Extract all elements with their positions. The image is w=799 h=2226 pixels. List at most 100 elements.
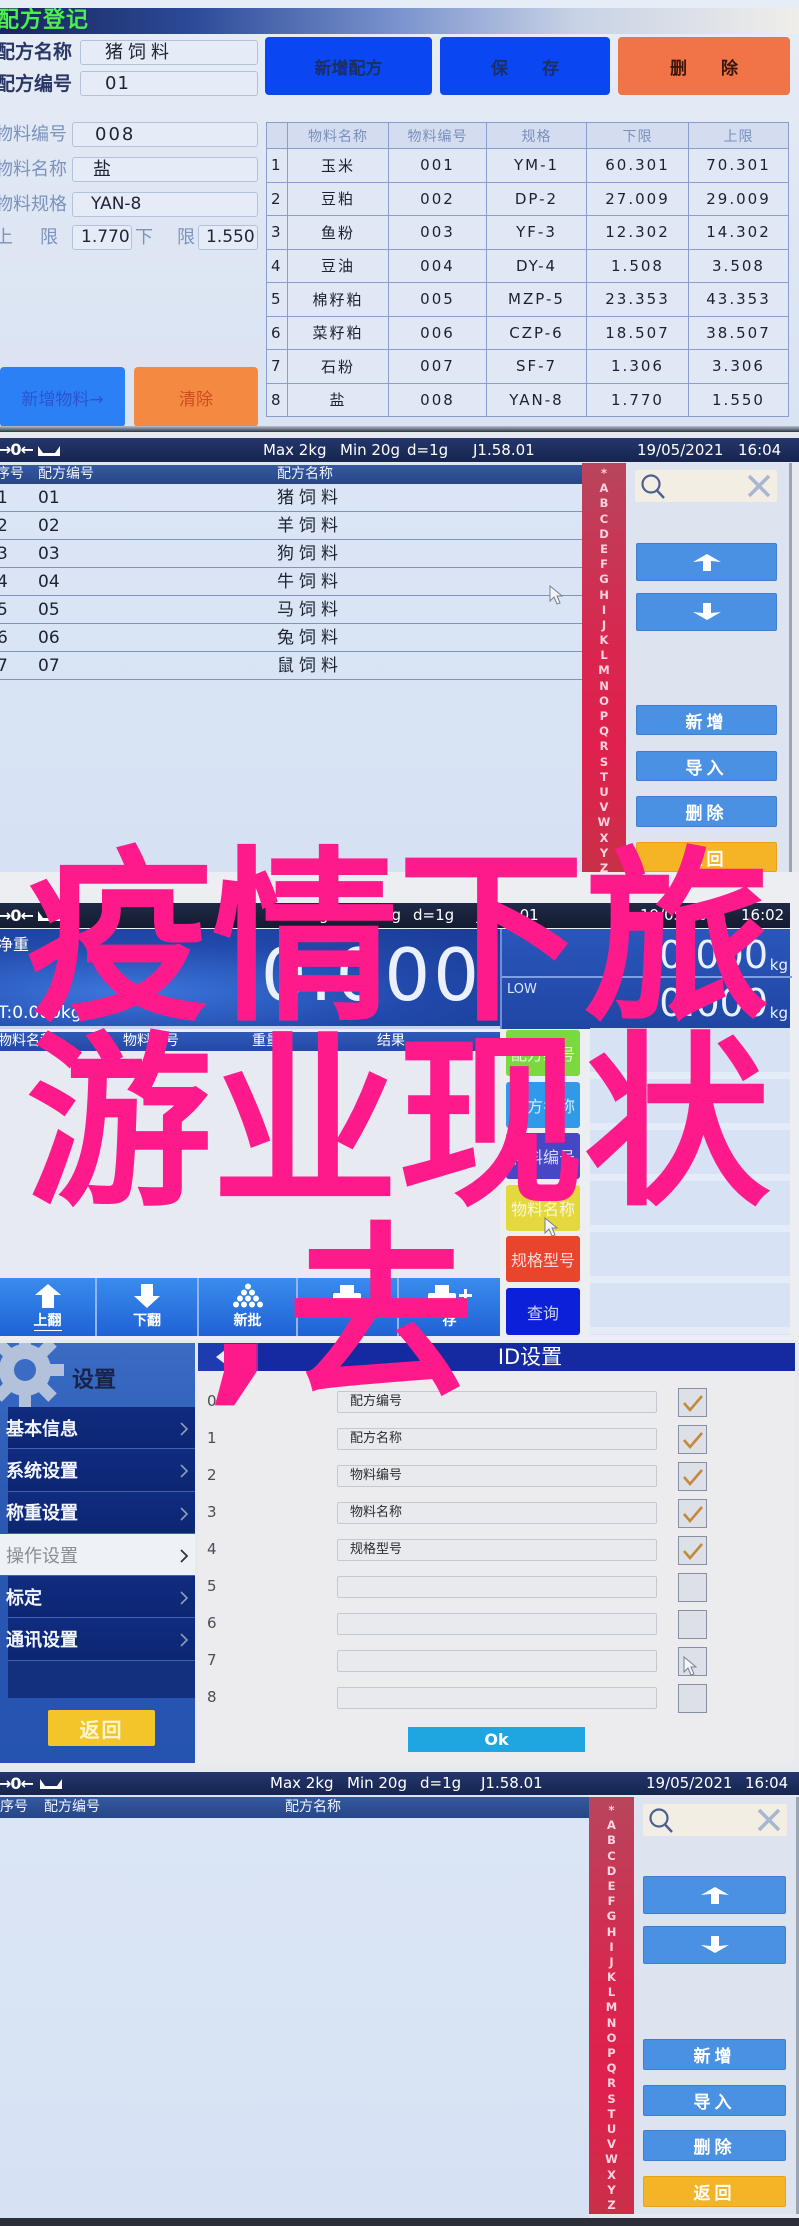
table-row[interactable]: 5 棉籽粕 005 MZP-5 23.353 43.353 (267, 282, 788, 316)
recipe-row[interactable]: 6 06 兔饲料 (0, 624, 582, 652)
alphabet-letter-c[interactable]: C (607, 1849, 615, 1864)
recipe-row[interactable]: 1 01 猪饲料 (0, 484, 582, 512)
alphabet-letter-k[interactable]: K (607, 1970, 616, 1985)
table-row[interactable]: 2 豆粕 002 DP-2 27.009 29.009 (267, 181, 788, 215)
scroll-up-button[interactable] (636, 543, 777, 581)
recipe-name-filter-button[interactable]: 配方名称 (506, 1082, 580, 1128)
alphabet-letter-g[interactable]: G (599, 572, 608, 587)
id-enable-checkbox[interactable] (678, 1610, 707, 1639)
alphabet-letter-x[interactable]: X (600, 831, 609, 846)
clear-search-icon[interactable] (747, 474, 771, 498)
alphabet-letter-d[interactable]: D (599, 527, 609, 542)
add-button[interactable]: 新增 (636, 705, 777, 735)
toolbar-button-print[interactable] (298, 1278, 399, 1336)
toolbar-button-page-down[interactable]: 下翻 (97, 1278, 199, 1336)
id-name-field[interactable]: 配方编号 (337, 1391, 657, 1413)
alphabet-index-bar[interactable]: * A B C D E F G H I J K L M N O P Q R S T U V W X Y Z (582, 463, 626, 872)
table-row[interactable]: 1 玉米 001 YM-1 60.301 70.301 (267, 148, 788, 182)
alphabet-letter-g[interactable]: G (607, 1909, 616, 1924)
alphabet-letter-i[interactable]: I (609, 1940, 613, 1955)
alphabet-letter-o[interactable]: O (607, 2031, 617, 2046)
material-name-field[interactable]: 盐 (72, 157, 258, 182)
settings-menu-item[interactable]: 系统设置 (6, 1449, 195, 1492)
alphabet-letter-h[interactable]: H (607, 1925, 617, 1940)
alphabet-letter-e[interactable]: E (600, 542, 608, 557)
alphabet-letter-z[interactable]: Z (600, 861, 608, 872)
alphabet-letter-all[interactable]: * (601, 466, 607, 481)
settings-menu-item[interactable]: 称重设置 (6, 1491, 195, 1534)
alphabet-letter-o[interactable]: O (599, 694, 609, 709)
delete-button[interactable]: 删 除 (618, 37, 790, 95)
recipe-row[interactable]: 2 02 羊饲料 (0, 512, 582, 540)
table-row[interactable]: 3 鱼粉 003 YF-3 12.302 14.302 (267, 215, 788, 249)
material-spec-field[interactable]: YAN-8 (72, 192, 258, 217)
settings-menu-item[interactable]: 操作设置 (0, 1533, 195, 1577)
alphabet-letter-l[interactable]: L (600, 648, 607, 663)
new-recipe-button[interactable]: 新增配方 (265, 37, 432, 95)
alphabet-letter-u[interactable]: U (599, 785, 608, 800)
id-name-field[interactable] (337, 1613, 657, 1635)
alphabet-letter-d[interactable]: D (607, 1864, 617, 1879)
alphabet-letter-t[interactable]: T (600, 770, 608, 785)
alphabet-letter-s[interactable]: S (600, 755, 608, 770)
alphabet-letter-j[interactable]: J (609, 1955, 613, 1970)
back-button[interactable]: 返回 (636, 842, 777, 872)
id-name-field[interactable]: 配方名称 (337, 1428, 657, 1450)
recipe-id-field[interactable]: 01 (80, 71, 258, 96)
recipe-row[interactable]: 7 07 鼠饲料 (0, 652, 582, 680)
material-id-filter-button[interactable]: 物料编号 (506, 1133, 580, 1179)
lower-limit-field[interactable]: 1.550 (198, 225, 258, 250)
alphabet-letter-x[interactable]: X (607, 2168, 616, 2183)
id-name-field[interactable]: 物料编号 (337, 1465, 657, 1487)
add-button[interactable]: 新增 (643, 2039, 786, 2070)
alphabet-letter-a[interactable]: A (607, 1818, 616, 1833)
alphabet-letter-f[interactable]: F (608, 1894, 616, 1909)
spec-model-filter-button[interactable]: 规格型号 (506, 1236, 580, 1282)
toolbar-button-new-batch[interactable]: 新批 (199, 1278, 298, 1336)
alphabet-letter-e[interactable]: E (608, 1879, 616, 1894)
material-id-field[interactable]: 008 (72, 122, 258, 147)
recipe-row[interactable]: 3 03 狗饲料 (0, 540, 582, 568)
alphabet-letter-n[interactable]: N (599, 679, 609, 694)
toolbar-button-page-up[interactable]: 上翻 (0, 1278, 97, 1336)
table-row[interactable]: 4 豆油 004 DY-4 1.508 3.508 (267, 248, 788, 282)
back-button[interactable]: 返回 (48, 1710, 155, 1746)
id-enable-checkbox[interactable] (678, 1388, 707, 1417)
scroll-down-button[interactable] (636, 593, 777, 631)
alphabet-letter-y[interactable]: Y (607, 2183, 615, 2198)
alphabet-letter-l[interactable]: L (608, 1985, 615, 2000)
material-name-filter-button[interactable]: 物料名称 (506, 1185, 580, 1231)
alphabet-letter-all[interactable]: * (608, 1803, 614, 1818)
id-name-field[interactable] (337, 1576, 657, 1598)
scroll-up-button[interactable] (643, 1876, 786, 1914)
upper-limit-field[interactable]: 1.770 (72, 225, 132, 250)
alphabet-letter-t[interactable]: T (608, 2107, 616, 2122)
alphabet-letter-m[interactable]: M (598, 663, 609, 678)
alphabet-letter-s[interactable]: S (607, 2092, 615, 2107)
recipe-name-field[interactable]: 猪饲料 (80, 40, 258, 65)
alphabet-letter-b[interactable]: B (607, 1833, 616, 1848)
table-row[interactable]: 7 石粉 007 SF-7 1.306 3.306 (267, 349, 788, 383)
alphabet-letter-r[interactable]: R (600, 739, 609, 754)
scroll-down-button[interactable] (643, 1926, 786, 1964)
id-enable-checkbox[interactable] (678, 1684, 707, 1713)
id-enable-checkbox[interactable] (678, 1425, 707, 1454)
id-name-field[interactable]: 规格型号 (337, 1539, 657, 1561)
alphabet-letter-b[interactable]: B (600, 496, 609, 511)
id-name-field[interactable] (337, 1687, 657, 1709)
alphabet-letter-v[interactable]: V (600, 800, 609, 815)
table-row[interactable]: 6 菜籽粕 006 CZP-6 18.507 38.507 (267, 315, 788, 349)
add-material-button[interactable]: 新增物料→ (0, 367, 125, 427)
settings-menu-item[interactable]: 标定 (6, 1576, 195, 1619)
alphabet-letter-f[interactable]: F (600, 557, 608, 572)
id-enable-checkbox[interactable] (678, 1536, 707, 1565)
alphabet-letter-q[interactable]: Q (599, 724, 609, 739)
import-button[interactable]: 导入 (636, 751, 777, 781)
alphabet-letter-u[interactable]: U (607, 2122, 616, 2137)
clear-search-icon[interactable] (757, 1808, 781, 1832)
settings-menu-item[interactable]: 通讯设置 (6, 1618, 195, 1661)
id-enable-checkbox[interactable] (678, 1499, 707, 1528)
alphabet-letter-i[interactable]: I (602, 603, 606, 618)
alphabet-letter-w[interactable]: W (605, 2152, 618, 2167)
save-button[interactable]: 保 存 (440, 37, 610, 95)
